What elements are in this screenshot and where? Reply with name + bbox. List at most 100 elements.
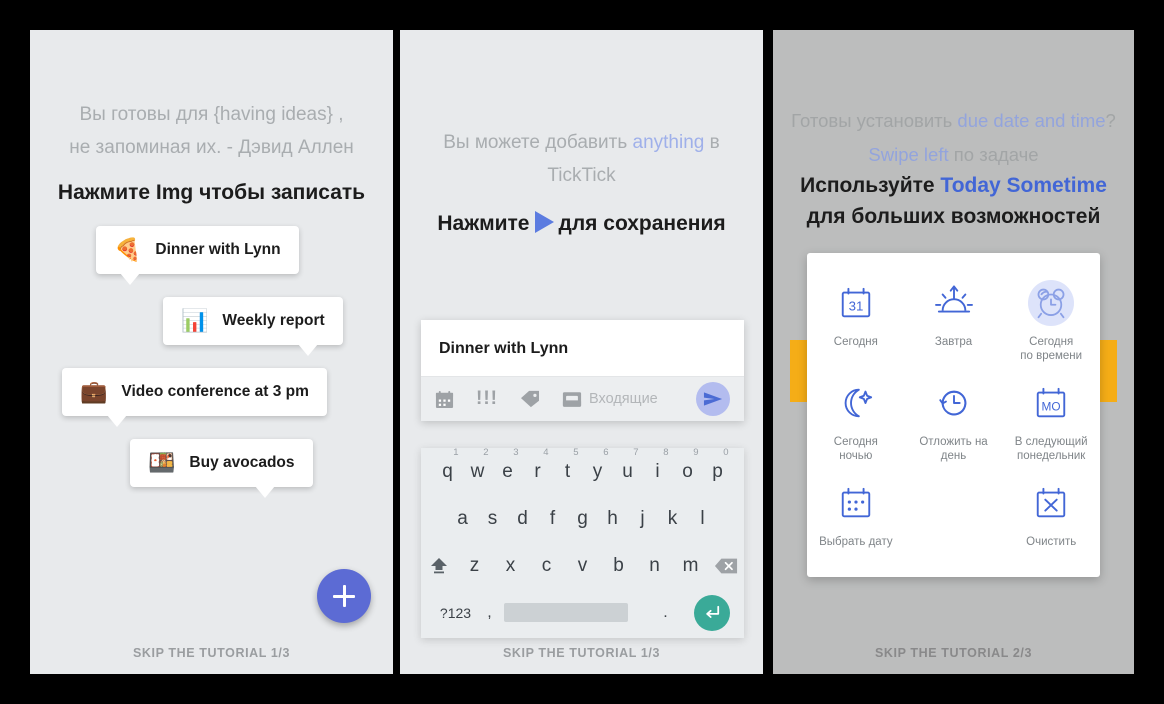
picker-option-next-monday[interactable]: MO В следующий понедельник [1002,369,1100,469]
p3-sub-a: Готовы установить [791,110,958,131]
key-n[interactable]: n [637,555,673,577]
key-w[interactable]: 2w [463,447,493,483]
period-key[interactable]: . [652,604,680,622]
key-r[interactable]: 4r [523,447,553,483]
picker-option-today-at-time[interactable]: Сегодня по времени [1002,269,1100,369]
quote-text-a: Вы готовы для [79,104,214,125]
tutorial-panel-1: Вы готовы для {having ideas} , не запоми… [30,30,393,674]
key-e[interactable]: 3e [493,447,523,483]
picker-option-postpone-day[interactable]: Отложить на день [905,369,1003,469]
key-number-hint: 8 [663,446,669,458]
skip-tutorial-link[interactable]: SKIP THE TUTORIAL 1/3 [30,646,393,660]
compose-toolbar: !!! Входящие [421,376,744,421]
shift-key[interactable] [421,557,457,575]
picker-option-today[interactable]: 31 Сегодня [807,269,905,369]
cta-b: для сохранения [558,212,726,235]
picker-option-tonight[interactable]: Сегодня ночью [807,369,905,469]
key-number-hint: 9 [693,446,699,458]
skip-tutorial-link[interactable]: SKIP THE TUTORIAL 2/3 [773,646,1134,660]
send-button[interactable] [696,382,730,416]
label-line-2: по времени [1020,350,1083,362]
key-p[interactable]: 0p [703,447,733,483]
label-line-2: понедельник [1016,450,1086,462]
picker-label: Выбрать дату [819,536,893,548]
comma-key[interactable]: , [476,604,504,622]
keyboard-row-3: zxcvbnm [421,542,744,589]
tutorial-screenshot-collage: Вы готовы для {having ideas} , не запоми… [0,0,1164,704]
task-bubble[interactable]: 💼 Video conference at 3 pm [62,368,327,427]
selection-halo [1028,280,1075,326]
picker-label: Отложить на день [919,435,987,463]
key-f[interactable]: f [538,508,568,530]
key-z[interactable]: z [457,555,493,577]
task-bubble-group: 🍕 Dinner with Lynn 📊 Weekly report 💼 Vid… [30,226,393,526]
calendar-icon[interactable] [435,390,454,409]
add-task-fab[interactable] [317,569,371,623]
panel2-cta: Нажмите для сохранения [434,209,729,239]
panel1-header: Вы готовы для {having ideas} , не запоми… [30,30,393,208]
key-l[interactable]: l [688,508,718,530]
alarm-clock-icon [1028,280,1075,326]
key-a[interactable]: a [448,508,478,530]
key-g[interactable]: g [568,508,598,530]
key-c[interactable]: c [529,555,565,577]
symbols-key[interactable]: ?123 [436,605,476,621]
spacebar-key[interactable] [503,603,628,622]
key-x[interactable]: x [493,555,529,577]
key-i[interactable]: 8i [643,447,673,483]
key-q[interactable]: 1q [433,447,463,483]
tag-icon[interactable] [520,390,540,408]
keyboard-letter-keys: zxcvbnm [457,555,709,577]
inbox-selector[interactable]: Входящие [562,391,696,408]
backspace-key[interactable] [709,557,745,575]
calendar-31-icon: 31 [838,281,874,325]
task-title-input[interactable]: Dinner with Lynn [421,320,744,376]
picker-option-tomorrow[interactable]: Завтра [905,269,1003,369]
quote-text-c: , [332,104,344,125]
task-bubble[interactable]: 🍕 Dinner with Lynn [96,226,299,285]
label-line-2: день [940,450,967,462]
key-number-hint: 4 [543,446,549,458]
key-m[interactable]: m [673,555,709,577]
skip-tutorial-link[interactable]: SKIP THE TUTORIAL 1/3 [400,646,763,660]
picker-option-clear[interactable]: Очистить [1002,469,1100,555]
key-s[interactable]: s [478,508,508,530]
keyboard-row-4: ?123 , . [421,589,744,636]
task-bubble[interactable]: 🍱 Buy avocados [130,439,313,498]
panel3-cta: Используйте Today Sometime для больших в… [799,170,1108,232]
p3-cta-a: Используйте [800,174,941,197]
key-y[interactable]: 6y [583,447,613,483]
panel2-subtitle: Вы можете добавить anything в TickTick [434,126,729,192]
send-icon [703,392,722,406]
key-j[interactable]: j [628,508,658,530]
svg-text:31: 31 [848,299,863,314]
inbox-icon [562,391,582,407]
task-label: Buy avocados [189,454,295,471]
picker-label: Сегодня по времени [1020,335,1082,363]
task-bubble[interactable]: 📊 Weekly report [163,297,343,356]
key-b[interactable]: b [601,555,637,577]
picker-label: В следующий понедельник [1015,435,1088,463]
moon-star-icon [838,381,874,425]
keyboard-row-1: 1q2w3e4r5t6y7u8i9o0p [421,447,744,495]
svg-text:MO: MO [1042,400,1061,414]
key-number-hint: 7 [633,446,639,458]
key-o[interactable]: 9o [673,447,703,483]
key-t[interactable]: 5t [553,447,583,483]
clock-back-icon [936,381,972,425]
key-k[interactable]: k [658,508,688,530]
picker-option-pick-date[interactable]: Выбрать дату [807,469,905,555]
calendar-x-icon [1033,481,1069,525]
label-line-1: Отложить на [919,436,988,448]
panel3-subtitle-2: Swipe left по задаче [781,138,1126,172]
priority-icon[interactable]: !!! [476,388,498,410]
key-u[interactable]: 7u [613,447,643,483]
cta-a: Нажмите [437,212,530,235]
enter-key[interactable] [693,594,730,631]
key-number-hint: 3 [513,446,519,458]
key-d[interactable]: d [508,508,538,530]
key-number-hint: 1 [453,446,459,458]
p3-sub2-accent: Swipe left [868,144,949,165]
key-h[interactable]: h [598,508,628,530]
key-v[interactable]: v [565,555,601,577]
